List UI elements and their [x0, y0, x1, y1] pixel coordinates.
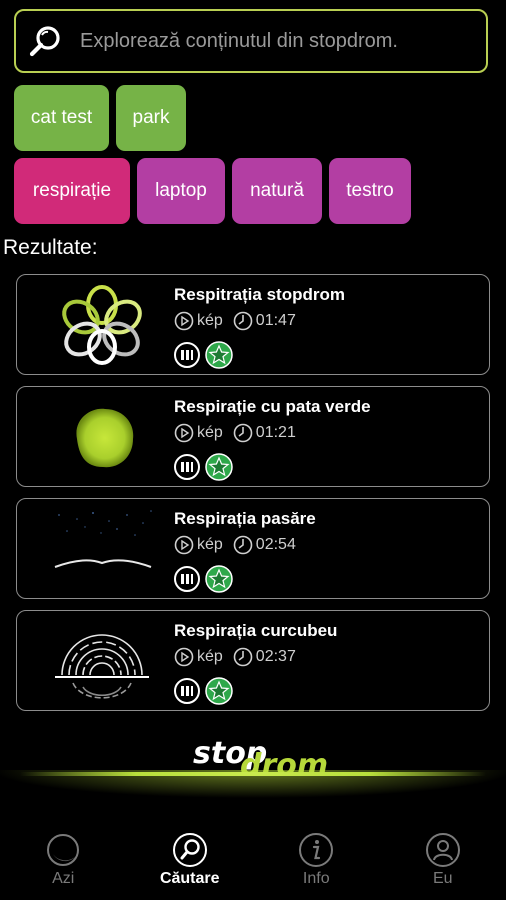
nav-search[interactable]: Căutare — [127, 822, 254, 900]
clock-icon — [233, 311, 253, 331]
info-icon — [299, 833, 334, 867]
tag-natura[interactable]: natură — [232, 158, 322, 224]
bottom-glow — [0, 770, 506, 830]
result-title: Respirație cu pata verde — [174, 397, 371, 416]
result-title: Respirația pasăre — [174, 509, 316, 528]
nav-info[interactable]: Info — [253, 822, 380, 900]
result-title: Respitrația stopdrom — [174, 285, 345, 304]
star-badge-icon — [205, 565, 233, 593]
search-icon — [29, 26, 60, 57]
play-icon — [174, 311, 194, 331]
result-badges — [173, 453, 233, 481]
rainbow-icon — [55, 634, 149, 699]
breath-mode-icon — [174, 454, 200, 480]
tag-row-2: respirație laptop natură testro — [14, 158, 411, 224]
play-icon — [174, 423, 194, 443]
breath-mode-icon — [174, 342, 200, 368]
breath-mode-icon — [174, 678, 200, 704]
tag-respiratie[interactable]: respirație — [14, 158, 130, 224]
result-duration: 01:47 — [255, 312, 296, 329]
result-meta: kép 01:21 — [174, 423, 296, 443]
nav-label: Căutare — [159, 870, 220, 887]
result-card[interactable]: Respitrația stopdrom kép 01:47 — [16, 274, 490, 375]
nav-label: Azi — [52, 870, 75, 887]
result-duration: 01:21 — [255, 424, 296, 441]
nav-me[interactable]: Eu — [380, 822, 506, 900]
clock-icon — [233, 535, 253, 555]
result-badges — [173, 677, 233, 705]
result-type: kép — [197, 312, 223, 329]
play-icon — [174, 535, 194, 555]
search-bar[interactable] — [14, 9, 488, 73]
result-duration: 02:54 — [255, 536, 296, 553]
clock-icon — [233, 647, 253, 667]
result-duration: 02:37 — [255, 648, 296, 665]
result-card[interactable]: Respirația curcubeu kép 02:37 — [16, 610, 490, 711]
clock-icon — [233, 423, 253, 443]
bottom-nav: Azi Căutare Info Eu — [0, 822, 506, 900]
search-input[interactable] — [78, 28, 472, 54]
result-meta: kép 02:37 — [174, 647, 296, 667]
result-type: kép — [197, 648, 223, 665]
star-badge-icon — [205, 677, 233, 705]
result-card[interactable]: Respirație cu pata verde kép 01:21 — [16, 386, 490, 487]
bird-icon — [54, 510, 152, 568]
breath-mode-icon — [174, 566, 200, 592]
tag-laptop[interactable]: laptop — [137, 158, 225, 224]
moon-icon — [47, 834, 80, 866]
result-title: Respirația curcubeu — [174, 621, 338, 640]
green-blob-icon — [76, 408, 134, 468]
results-title: Rezultate: — [3, 236, 98, 259]
nav-label: Eu — [432, 870, 453, 887]
tag-testro[interactable]: testro — [329, 158, 411, 224]
star-badge-icon — [205, 453, 233, 481]
result-card[interactable]: Respirația pasăre kép 02:54 — [16, 498, 490, 599]
tag-park[interactable]: park — [116, 85, 186, 151]
tag-cat-test[interactable]: cat test — [14, 85, 109, 151]
play-icon — [174, 647, 194, 667]
nav-label: Info — [302, 870, 330, 887]
result-badges — [173, 565, 233, 593]
user-icon — [425, 833, 460, 867]
result-meta: kép 01:47 — [174, 311, 296, 331]
result-type: kép — [197, 536, 223, 553]
search-icon — [172, 833, 207, 867]
flower-icon — [62, 285, 142, 365]
star-badge-icon — [205, 341, 233, 369]
result-badges — [173, 341, 233, 369]
result-type: kép — [197, 424, 223, 441]
tag-row-1: cat test park — [14, 85, 186, 151]
nav-today[interactable]: Azi — [0, 822, 127, 900]
bottom-glow-line — [20, 772, 486, 776]
result-meta: kép 02:54 — [174, 535, 296, 555]
app-screen: cat test park respirație laptop natură t… — [0, 0, 506, 900]
